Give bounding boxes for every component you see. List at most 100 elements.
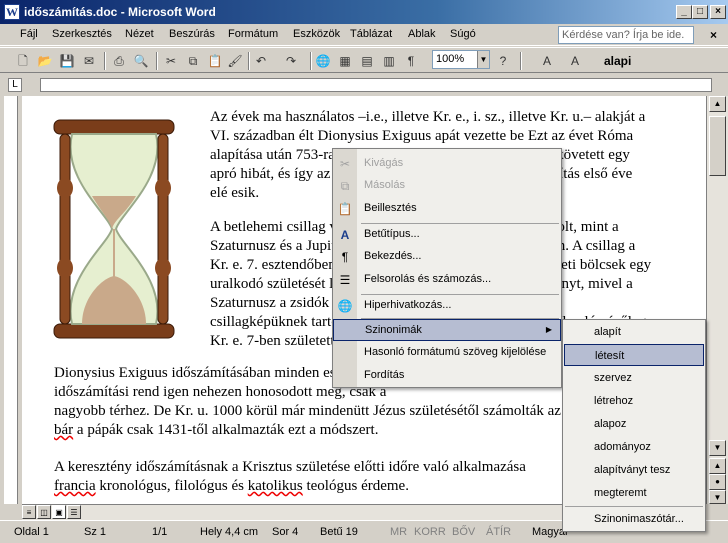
toolbar-separator <box>310 52 312 70</box>
styles-pane-icon[interactable]: A <box>538 52 556 70</box>
permission-icon[interactable]: ✉ <box>80 52 98 70</box>
menu-item-label: Szinonimák <box>365 324 422 336</box>
next-page-icon[interactable]: ▼ <box>709 490 726 504</box>
bullet-list-icon: ☰ <box>339 273 351 287</box>
menu-item-copy[interactable]: ⧉ Másolás <box>333 175 561 197</box>
synonym-item[interactable]: alapít <box>564 321 704 343</box>
chevron-down-icon[interactable]: ▼ <box>477 51 489 68</box>
menu-file[interactable]: Fájl <box>20 28 38 40</box>
copy-icon[interactable]: ⧉ <box>184 52 202 70</box>
zoom-value: 100% <box>436 53 465 65</box>
synonym-item[interactable]: szervez <box>564 367 704 389</box>
print-layout-icon[interactable]: ▣ <box>52 505 66 519</box>
menu-insert[interactable]: Beszúrás <box>169 28 215 40</box>
scroll-thumb[interactable] <box>709 116 726 176</box>
print-icon[interactable]: ⎙ <box>110 52 128 70</box>
menu-separator <box>565 506 703 507</box>
scroll-up-icon[interactable]: ▲ <box>709 96 726 112</box>
status-record[interactable]: MR <box>390 526 407 538</box>
synonym-item[interactable]: létesít <box>564 344 704 366</box>
browse-object-icon[interactable]: ● <box>709 474 726 490</box>
web-view-icon[interactable]: ◫ <box>37 505 51 519</box>
previous-page-icon[interactable]: ▲ <box>709 458 726 474</box>
menu-item-translate[interactable]: Fordítás <box>333 365 561 387</box>
help-icon[interactable]: ? <box>494 52 512 70</box>
synonym-item[interactable]: alapítványt tesz <box>564 459 704 481</box>
outline-view-icon[interactable]: ☰ <box>67 505 81 519</box>
toolbar-separator <box>104 52 106 70</box>
menu-edit[interactable]: Szerkesztés <box>52 28 112 40</box>
normal-view-icon[interactable]: ≡ <box>22 505 36 519</box>
help-search-input[interactable]: Kérdése van? Írja be ide. <box>558 26 694 44</box>
style-box[interactable]: alapi <box>604 52 631 70</box>
redo-icon[interactable]: ↷ <box>282 52 300 70</box>
misspelled-word[interactable]: bár <box>54 422 73 438</box>
horizontal-ruler[interactable]: L <box>0 74 728 96</box>
table-icon[interactable]: ▦ <box>336 52 354 70</box>
synonym-label: adományoz <box>594 441 651 453</box>
undo-icon[interactable]: ↶ <box>252 52 270 70</box>
menu-item-synonyms[interactable]: Szinonimák ▶ <box>333 319 561 341</box>
open-folder-icon[interactable]: 📂 <box>36 52 54 70</box>
synonyms-submenu: alapít létesít szervez létrehoz alapoz a… <box>562 319 706 532</box>
maximize-button[interactable]: □ <box>692 5 708 19</box>
hourglass-image[interactable] <box>52 118 176 340</box>
menu-item-paste[interactable]: 📋 Beillesztés <box>333 198 561 220</box>
menu-tools[interactable]: Eszközök <box>293 28 340 40</box>
synonym-label: létesít <box>595 350 625 362</box>
menu-item-label: Betűtípus... <box>364 228 420 240</box>
excel-icon[interactable]: ▤ <box>358 52 376 70</box>
cut-icon[interactable]: ✂ <box>162 52 180 70</box>
thesaurus-item[interactable]: Szinonimaszótár... <box>564 508 704 530</box>
save-icon[interactable]: 💾 <box>58 52 76 70</box>
menu-item-hyperlink[interactable]: 🌐 Hiperhivatkozás... <box>333 295 561 317</box>
synonym-item[interactable]: létrehoz <box>564 390 704 412</box>
toolbar-separator <box>520 52 522 70</box>
menu-item-select-similar[interactable]: Hasonló formátumú szöveg kijelölése <box>333 342 561 364</box>
menu-table[interactable]: Táblázat <box>350 28 392 40</box>
status-overtype[interactable]: ÁTÍR <box>486 526 511 538</box>
menu-item-font[interactable]: A Betűtípus... <box>333 224 561 246</box>
synonym-label: alapoz <box>594 418 627 430</box>
status-section: Sz 1 <box>84 526 107 538</box>
print-preview-icon[interactable]: 🔍 <box>132 52 150 70</box>
vertical-ruler[interactable] <box>0 96 22 504</box>
vertical-scrollbar[interactable]: ▲ ▼ ▲ ● ▼ <box>706 96 728 504</box>
menu-view[interactable]: Nézet <box>125 28 154 40</box>
zoom-select[interactable]: 100% ▼ <box>432 50 490 69</box>
status-extend[interactable]: BŐV <box>452 526 475 538</box>
format-painter-icon[interactable]: 🖌 <box>226 52 244 70</box>
menu-item-label: Hiperhivatkozás... <box>364 299 452 311</box>
columns-icon[interactable]: ▥ <box>380 52 398 70</box>
menu-format[interactable]: Formátum <box>228 28 278 40</box>
minimize-button[interactable]: _ <box>676 5 692 19</box>
menu-item-bullets[interactable]: ☰ Felsorolás és számozás... <box>333 269 561 291</box>
close-document-icon[interactable]: × <box>710 28 717 42</box>
text-run: kronológus, filológus és <box>95 478 248 494</box>
ruler-track <box>40 78 712 92</box>
menu-item-cut[interactable]: ✂ Kivágás <box>333 153 561 175</box>
synonym-item[interactable]: adományoz <box>564 436 704 458</box>
paste-icon[interactable]: 📋 <box>206 52 224 70</box>
font-color-icon[interactable]: A <box>566 52 584 70</box>
synonym-item[interactable]: megteremt <box>564 482 704 504</box>
hyperlink-icon[interactable]: 🌐 <box>314 52 332 70</box>
close-button[interactable]: × <box>710 5 726 19</box>
show-hide-icon[interactable]: ¶ <box>402 52 420 70</box>
synonym-item[interactable]: alapoz <box>564 413 704 435</box>
thesaurus-label: Szinonimaszótár... <box>594 513 684 525</box>
misspelled-word[interactable]: katolikus <box>248 478 303 494</box>
new-document-icon[interactable]: 🗋 <box>14 52 32 70</box>
menu-item-paragraph[interactable]: ¶ Bekezdés... <box>333 246 561 268</box>
tab-selector-icon[interactable]: L <box>8 78 22 92</box>
menu-help[interactable]: Súgó <box>450 28 476 40</box>
menu-window[interactable]: Ablak <box>408 28 436 40</box>
word-app-icon[interactable]: W <box>4 4 20 20</box>
synonym-label: alapítványt tesz <box>594 464 671 476</box>
menu-item-label: Beillesztés <box>364 202 417 214</box>
status-column: Betű 19 <box>320 526 358 538</box>
synonym-label: szervez <box>594 372 632 384</box>
misspelled-word[interactable]: francia <box>54 478 96 494</box>
scroll-down-icon[interactable]: ▼ <box>709 440 726 456</box>
status-track-changes[interactable]: KORR <box>414 526 446 538</box>
